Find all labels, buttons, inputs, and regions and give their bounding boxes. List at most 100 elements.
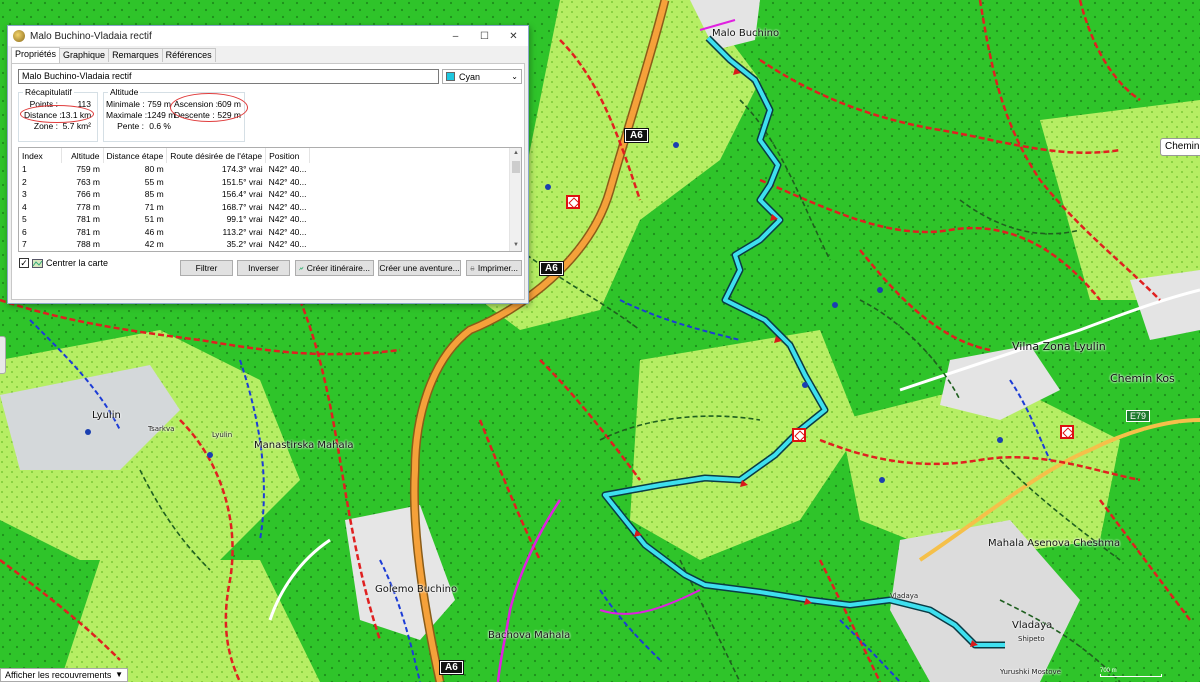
tab-notes[interactable]: Remarques [108, 48, 163, 62]
zone-value: 5.7 km² [62, 121, 91, 131]
scroll-thumb[interactable] [512, 161, 520, 173]
reverse-button[interactable]: Inverser [237, 260, 290, 276]
zone-label: Zone : [33, 121, 58, 131]
table-row[interactable]: 3 766 m 85 m 156.4° vrai N42° 40... [19, 188, 310, 201]
table-scrollbar[interactable]: ▲ ▼ [509, 148, 521, 251]
map-scale-bar: 700 m [1100, 668, 1162, 678]
track-points-table[interactable]: Index Altitude Distance étape Route dési… [18, 147, 522, 252]
color-swatch [446, 72, 455, 81]
cell-leg-course: 151.5° vrai [221, 176, 263, 187]
cell-position: N42° 40... [268, 201, 307, 212]
column-header-leg-distance[interactable]: Distance étape [103, 148, 168, 163]
map-label-lyulin: Lyulin [92, 410, 121, 421]
points-label: Points : [29, 99, 58, 109]
scroll-down-icon[interactable]: ▼ [510, 240, 521, 251]
slope-value: 0.6 % [149, 121, 171, 131]
minimize-button[interactable]: – [441, 26, 470, 46]
cell-index: 2 [22, 176, 27, 187]
cell-position: N42° 40... [268, 189, 307, 200]
table-row[interactable]: 6 781 m 46 m 113.2° vrai N42° 40... [19, 226, 310, 239]
map-label-vladaya: Vladaya [1012, 620, 1053, 631]
table-row[interactable]: 4 778 m 71 m 168.7° vrai N42° 40... [19, 201, 310, 214]
cell-leg-distance: 51 m [144, 214, 164, 225]
table-row[interactable]: 5 781 m 51 m 99.1° vrai N42° 40... [19, 213, 310, 226]
scale-bar-line [1100, 674, 1162, 677]
print-button[interactable]: Imprimer... [466, 260, 522, 276]
app-icon [13, 30, 25, 42]
maximize-button[interactable]: ☐ [470, 26, 499, 46]
column-header-leg-course[interactable]: Route désirée de l'étape [166, 148, 267, 163]
cell-altitude: 759 m [76, 164, 100, 175]
table-row[interactable]: 1 759 m 80 m 174.3° vrai N42° 40... [19, 163, 310, 176]
table-row[interactable]: 7 788 m 42 m 35.2° vrai N42° 40... [19, 238, 310, 251]
cell-position: N42° 40... [268, 239, 307, 250]
checkbox-box[interactable]: ✓ [19, 258, 29, 268]
center-map-label: Centrer la carte [46, 258, 109, 268]
column-header-position[interactable]: Position [265, 148, 311, 163]
center-map-checkbox[interactable]: ✓ Centrer la carte [19, 258, 108, 268]
track-name-input[interactable]: Malo Buchino-Vladaia rectif [18, 69, 439, 84]
warning-sign-icon [1060, 425, 1074, 439]
table-row[interactable]: 2 763 m 55 m 151.5° vrai N42° 40... [19, 176, 310, 189]
color-select[interactable]: Cyan ⌄ [442, 69, 522, 84]
filter-button[interactable]: Filtrer [180, 260, 233, 276]
cell-leg-course: 174.3° vrai [221, 164, 263, 175]
slope-label: Pente : [117, 121, 144, 131]
summary-points: Points : 113 [24, 99, 91, 109]
overlay-toggle-dropdown[interactable]: Afficher les recouvrements ▼ [0, 668, 128, 682]
min-label: Minimale : [106, 99, 145, 109]
road-shield-a6-2: A6 [539, 261, 564, 276]
map-label-tsarkva: Tsarkva [148, 425, 175, 433]
cell-leg-distance: 85 m [144, 189, 164, 200]
cell-position: N42° 40... [268, 226, 307, 237]
chevron-down-icon: ▼ [115, 670, 123, 679]
close-button[interactable]: ✕ [499, 26, 528, 46]
cell-altitude: 778 m [76, 201, 100, 212]
map-label-yurushki: Yurushki Mostove [1000, 668, 1061, 676]
print-label: Imprimer... [477, 263, 518, 273]
properties-panel: Malo Buchino-Vladaia rectif Cyan ⌄ Récap… [11, 63, 525, 300]
map-label-manastirska: Manastirska Mahala [254, 440, 354, 451]
map-search-suggestion[interactable]: Chemin [1160, 138, 1200, 156]
tab-references[interactable]: Références [161, 48, 216, 62]
altitude-max: Maximale :1249 m [106, 110, 175, 120]
min-value: 759 m [147, 99, 171, 109]
color-select-value: Cyan [459, 71, 481, 82]
points-value: 113 [77, 99, 91, 109]
column-header-index[interactable]: Index [19, 148, 62, 163]
cell-leg-course: 113.2° vrai [222, 226, 263, 237]
create-route-button[interactable]: Créer itinéraire... [295, 260, 374, 276]
column-header-altitude[interactable]: Altitude [61, 148, 104, 163]
cell-altitude: 788 m [76, 239, 100, 250]
table-header-row: Index Altitude Distance étape Route dési… [19, 148, 311, 163]
descent-label: Descente : [174, 110, 215, 120]
cell-altitude: 781 m [76, 226, 100, 237]
cell-index: 1 [22, 164, 27, 175]
summary-distance: Distance :13.1 km [24, 110, 91, 120]
tab-properties[interactable]: Propriétés [11, 47, 61, 63]
cell-index: 5 [22, 214, 27, 225]
create-adventure-button[interactable]: Créer une aventure... [378, 260, 461, 276]
cell-index: 7 [22, 239, 27, 250]
map-icon [32, 258, 43, 268]
cell-position: N42° 40... [268, 164, 307, 175]
summary-legend: Récapitulatif [25, 87, 72, 97]
cell-leg-distance: 55 m [144, 176, 164, 187]
descent-value: 529 m [217, 110, 241, 120]
altitude-descent: Descente :529 m [174, 110, 241, 120]
cell-leg-course: 168.7° vrai [221, 201, 263, 212]
distance-label: Distance : [24, 110, 62, 120]
panel-resize-handle[interactable] [0, 336, 6, 374]
tab-graph[interactable]: Graphique [59, 48, 110, 62]
map-label-vilna-zona: Vilna Zona Lyulin [1012, 340, 1106, 353]
cell-position: N42° 40... [268, 214, 307, 225]
track-properties-window: Malo Buchino-Vladaia rectif – ☐ ✕ Propri… [7, 25, 529, 304]
chevron-down-icon: ⌄ [511, 72, 518, 81]
cell-leg-course: 156.4° vrai [221, 189, 263, 200]
scroll-up-icon[interactable]: ▲ [510, 148, 521, 159]
distance-value: 13.1 km [61, 110, 92, 120]
cell-position: N42° 40... [268, 176, 307, 187]
cell-leg-distance: 71 m [144, 201, 164, 212]
max-label: Maximale : [106, 110, 148, 120]
window-titlebar[interactable]: Malo Buchino-Vladaia rectif – ☐ ✕ [8, 26, 528, 46]
